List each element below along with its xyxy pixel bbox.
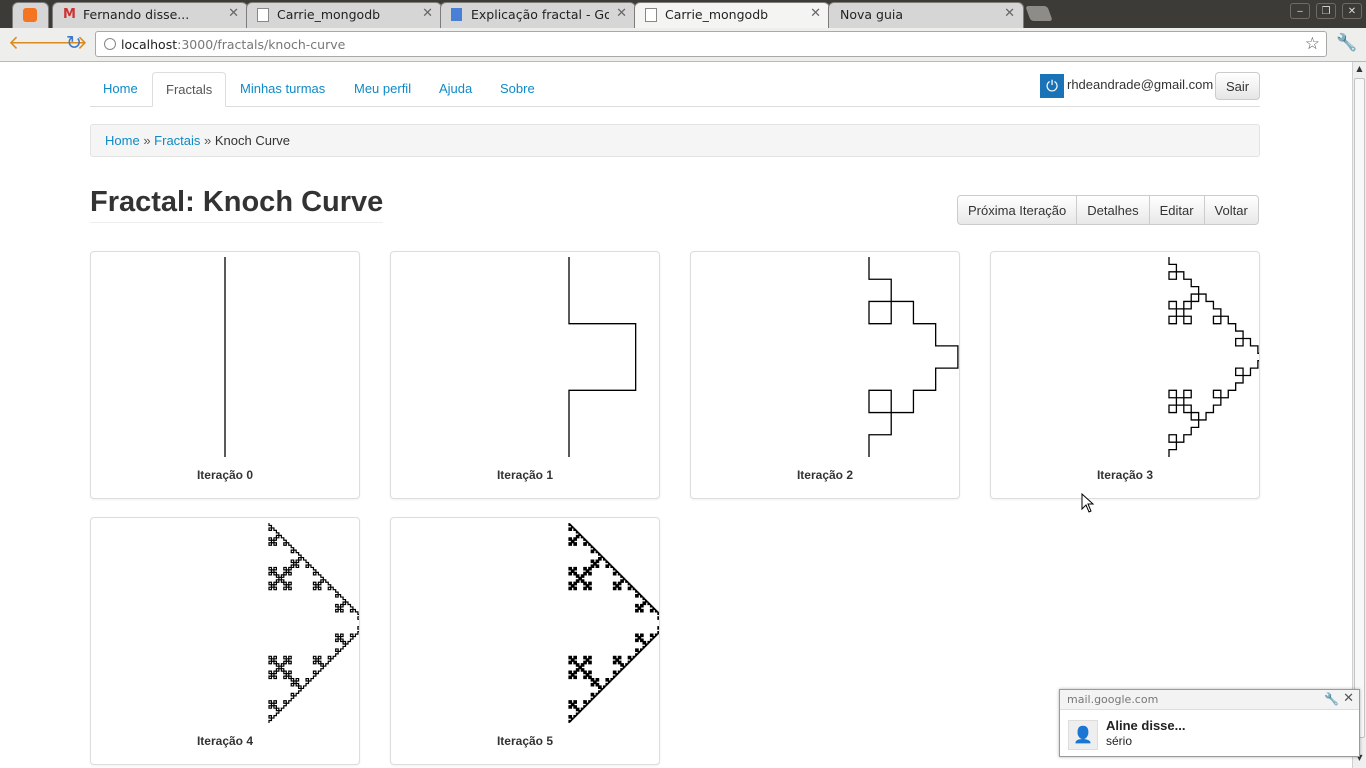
fractal-image [568, 523, 659, 723]
notification-title: Aline disse... [1106, 718, 1186, 733]
iteration-card[interactable]: Iteração 2 [690, 251, 960, 499]
iteration-caption: Iteração 5 [496, 734, 554, 748]
tab-gmail[interactable]: M Fernando disse... ✕ [52, 2, 248, 28]
action-button-group: Próxima Iteração Detalhes Editar Voltar [957, 195, 1259, 225]
fractal-image [868, 257, 959, 457]
user-email: rhdeandrade@gmail.com [1067, 77, 1214, 92]
page-info-icon [104, 38, 116, 50]
breadcrumb-current: Knoch Curve [214, 133, 291, 148]
fractal-curve [868, 257, 959, 457]
close-icon[interactable]: ✕ [422, 6, 433, 21]
page-icon [645, 8, 657, 22]
close-icon[interactable]: ✕ [616, 6, 627, 21]
breadcrumb-separator: » [143, 133, 151, 148]
fractal-curve [568, 523, 659, 723]
fractal-curve [1168, 257, 1259, 457]
iteration-caption: Iteração 4 [196, 734, 254, 748]
nav-ajuda[interactable]: Ajuda [426, 72, 485, 106]
notification-source: mail.google.com [1060, 690, 1359, 710]
nav-meu-perfil[interactable]: Meu perfil [341, 72, 424, 106]
iteration-caption: Iteração 1 [496, 468, 554, 482]
gmail-icon: M [63, 7, 76, 22]
tab-title: Nova guia [840, 7, 904, 22]
bookmark-star-icon[interactable]: ☆ [1305, 34, 1320, 54]
tab-google-docs[interactable]: Explicação fractal - Google ✕ [440, 2, 636, 28]
window-close-icon[interactable]: ✕ [1342, 3, 1362, 19]
fractal-image [224, 257, 226, 457]
iteration-caption: Iteração 3 [1096, 468, 1154, 482]
tab-title: Explicação fractal - Google [471, 7, 609, 22]
browser-toolbar: 🡐 🡒 ↻ localhost:3000/fractals/knoch-curv… [0, 28, 1366, 62]
details-button[interactable]: Detalhes [1076, 195, 1150, 225]
breadcrumb-home[interactable]: Home [105, 133, 140, 148]
iteration-card[interactable]: Iteração 1 [390, 251, 660, 499]
breadcrumb-fractais[interactable]: Fractais [154, 133, 200, 148]
breadcrumb: Home » Fractais » Knoch Curve [90, 124, 1260, 157]
notification-body: sério [1106, 734, 1133, 748]
page-icon [257, 8, 269, 22]
tab-ubuntu-one[interactable] [12, 2, 49, 28]
url-text: localhost:3000/fractals/knoch-curve [121, 37, 346, 52]
google-docs-icon [451, 8, 462, 21]
iteration-card[interactable]: Iteração 3 [990, 251, 1260, 499]
scroll-up-icon[interactable]: ▲ [1353, 64, 1366, 77]
close-icon[interactable]: ✕ [810, 6, 821, 21]
browser-tab-strip: M Fernando disse... ✕ Carrie_mongodb ✕ E… [0, 0, 1366, 28]
close-icon[interactable]: ✕ [1004, 6, 1015, 21]
tab-nova-guia[interactable]: Nova guia ✕ [828, 2, 1024, 28]
iteration-card[interactable]: Iteração 5 [390, 517, 660, 765]
nav-home[interactable]: Home [90, 72, 151, 106]
next-iteration-button[interactable]: Próxima Iteração [957, 195, 1078, 225]
ubuntu-one-icon [23, 8, 37, 22]
fractal-curve [268, 523, 359, 723]
fractal-curve [568, 257, 637, 457]
page-content: Home Fractals Minhas turmas Meu perfil A… [0, 62, 1352, 768]
page-title: Fractal: Knoch Curve [90, 186, 384, 223]
person-icon: 👤 [1068, 720, 1098, 750]
restore-icon[interactable]: ❐ [1316, 3, 1336, 19]
iteration-caption: Iteração 2 [796, 468, 854, 482]
reload-icon[interactable]: ↻ [66, 33, 82, 53]
nav-fractals[interactable]: Fractals [152, 72, 227, 107]
desktop-notification[interactable]: mail.google.com 🔧 ✕ 👤 Aline disse... sér… [1059, 689, 1360, 757]
new-tab-button[interactable] [1025, 6, 1053, 21]
tab-title: Fernando disse... [83, 7, 190, 22]
mouse-cursor-icon [1081, 493, 1095, 513]
tab-carrie-1[interactable]: Carrie_mongodb ✕ [246, 2, 442, 28]
tab-title: Carrie_mongodb [665, 7, 769, 22]
tab-title: Carrie_mongodb [277, 7, 381, 22]
fractal-image [1168, 257, 1259, 457]
fractal-image [268, 523, 359, 723]
wrench-icon[interactable]: 🔧 [1324, 692, 1339, 706]
tab-carrie-active[interactable]: Carrie_mongodb ✕ [634, 2, 830, 28]
wrench-icon[interactable]: 🔧 [1336, 33, 1357, 53]
power-icon: ⏻ [1040, 74, 1064, 98]
nav-sobre[interactable]: Sobre [487, 72, 548, 106]
nav-minhas-turmas[interactable]: Minhas turmas [227, 72, 338, 106]
logout-button[interactable]: Sair [1215, 72, 1260, 100]
iteration-card[interactable]: Iteração 4 [90, 517, 360, 765]
breadcrumb-separator: » [204, 133, 212, 148]
scrollbar-thumb[interactable] [1354, 78, 1365, 738]
close-icon[interactable]: ✕ [228, 6, 239, 21]
back-button[interactable]: Voltar [1203, 195, 1259, 225]
address-bar[interactable]: localhost:3000/fractals/knoch-curve ☆ [95, 31, 1327, 57]
close-icon[interactable]: ✕ [1343, 691, 1354, 706]
iteration-card[interactable]: Iteração 0 [90, 251, 360, 499]
vertical-scrollbar[interactable]: ▲ ▼ [1352, 62, 1366, 768]
fractal-image [568, 257, 637, 457]
iteration-caption: Iteração 0 [196, 468, 254, 482]
minimize-icon[interactable]: ‒ [1290, 3, 1310, 19]
edit-button[interactable]: Editar [1148, 195, 1205, 225]
